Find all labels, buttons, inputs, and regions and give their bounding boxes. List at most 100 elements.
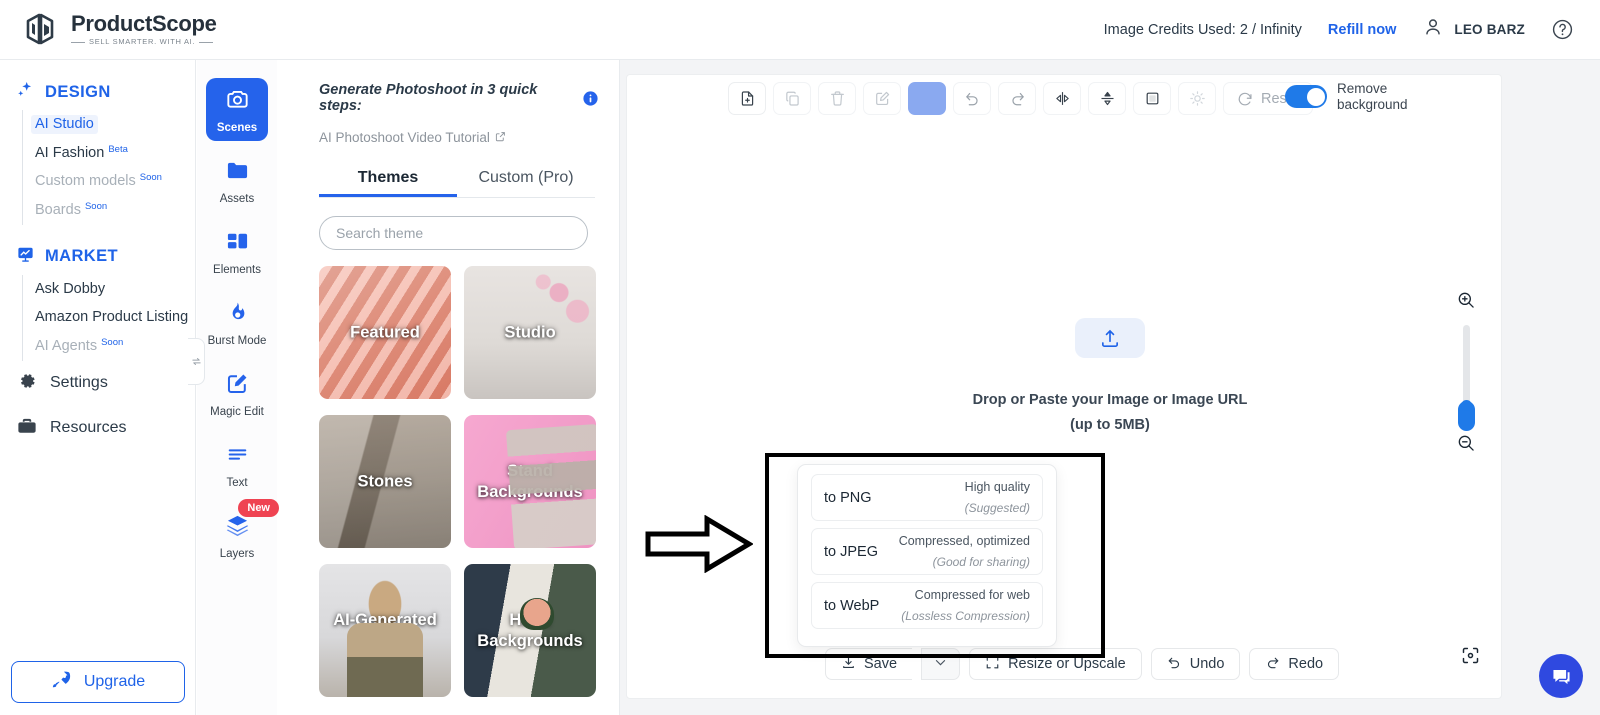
sidebar-item-ai-studio[interactable]: AI Studio: [23, 110, 195, 139]
zoom-controls: [1456, 290, 1476, 458]
image-dropzone[interactable]: Drop or Paste your Image or Image URL (u…: [620, 318, 1600, 437]
theme-card-featured[interactable]: Featured: [319, 266, 451, 399]
rail-item-layers[interactable]: New Layers: [206, 499, 279, 567]
nav-group-market: MARKET Ask Dobby Amazon Product Listing …: [0, 239, 195, 361]
chat-support-button[interactable]: [1539, 654, 1583, 698]
toggle-knob: [1306, 87, 1325, 106]
theme-card-ai-generated-models[interactable]: AI-Generated Models: [319, 564, 451, 697]
rail-item-label: Layers: [219, 548, 255, 560]
sidebar-item-settings[interactable]: Settings: [0, 361, 195, 406]
save-format-dropdown-button[interactable]: [921, 648, 961, 680]
rocket-icon: [51, 669, 72, 695]
theme-card-label: Stand Backgrounds: [477, 461, 583, 501]
shadow-button[interactable]: [1133, 82, 1171, 115]
remove-background-control[interactable]: Remove background: [1285, 81, 1408, 112]
toggle-label-line2: background: [1337, 96, 1408, 112]
nav-header-market[interactable]: MARKET: [0, 239, 195, 275]
rail-item-magic-edit[interactable]: Magic Edit: [206, 362, 268, 425]
video-tutorial-label: AI Photoshoot Video Tutorial: [319, 130, 490, 145]
search-theme-box[interactable]: [319, 216, 588, 250]
sparkle-icon: [16, 80, 35, 104]
rail-item-scenes[interactable]: Scenes: [206, 78, 268, 141]
color-swatch-button[interactable]: [908, 82, 946, 115]
sidebar-item-resources[interactable]: Resources: [0, 406, 195, 451]
tab-custom-pro[interactable]: Custom (Pro): [457, 163, 595, 197]
export-option-png[interactable]: to PNG High quality (Suggested): [811, 474, 1043, 521]
brightness-button[interactable]: [1178, 82, 1216, 115]
panel-title: Generate Photoshoot in 3 quick steps:: [319, 82, 538, 114]
theme-card-label: Stones: [357, 471, 413, 490]
theme-card-studio[interactable]: Studio: [464, 266, 596, 399]
sidebar-item-boards[interactable]: Boards Soon: [23, 196, 195, 225]
undo-button[interactable]: [953, 82, 991, 115]
rail-item-assets[interactable]: Assets: [206, 149, 268, 212]
upgrade-button[interactable]: Upgrade: [11, 661, 185, 703]
theme-card-hand-backgrounds[interactable]: Hand Backgrounds: [464, 564, 596, 697]
rail-item-label: Scenes: [216, 122, 258, 134]
flip-vertical-button[interactable]: [1088, 82, 1126, 115]
canvas-area: Reset Remove background Drop or Paste yo…: [620, 60, 1600, 715]
toggle-label-line1: Remove: [1337, 81, 1388, 96]
tool-rail: Scenes Assets Elements Burst Mode Magic …: [197, 60, 279, 715]
export-format-menu: to PNG High quality (Suggested) to JPEG …: [797, 464, 1057, 647]
rail-item-elements[interactable]: Elements: [206, 220, 268, 283]
delete-button[interactable]: [818, 82, 856, 115]
sidebar-collapse-handle[interactable]: [188, 338, 205, 385]
user-menu[interactable]: LEO BARZ: [1422, 16, 1525, 43]
top-bar-right: Image Credits Used: 2 / Infinity Refill …: [1104, 16, 1574, 43]
sidebar-item-ai-agents[interactable]: AI Agents Soon: [23, 332, 195, 361]
app-logo[interactable]: ProductScope SELL SMARTER. WITH AI.: [22, 10, 217, 50]
export-option-webp[interactable]: to WebP Compressed for web (Lossless Com…: [811, 582, 1043, 629]
canvas-toolbar: Reset: [728, 82, 1313, 115]
zoom-out-icon[interactable]: [1456, 433, 1476, 458]
sidebar-item-ai-fashion[interactable]: AI Fashion Beta: [23, 139, 195, 168]
focus-target-icon[interactable]: [1460, 645, 1481, 671]
refill-now-link[interactable]: Refill now: [1328, 22, 1396, 38]
nav-sub-design: AI Studio AI Fashion Beta Custom models …: [22, 110, 195, 225]
resize-or-upscale-button[interactable]: Resize or Upscale: [969, 648, 1142, 680]
rail-item-text[interactable]: Text: [206, 433, 268, 496]
save-button[interactable]: Save: [825, 648, 913, 680]
sidebar-item-label: Ask Dobby: [35, 280, 106, 297]
nav-header-design[interactable]: DESIGN: [0, 74, 195, 110]
info-icon[interactable]: [582, 90, 599, 107]
theme-card-label: Featured: [350, 322, 420, 341]
annotation-arrow-icon: [645, 514, 754, 578]
remove-background-toggle[interactable]: [1285, 85, 1327, 109]
redo-button[interactable]: [998, 82, 1036, 115]
tab-themes[interactable]: Themes: [319, 163, 457, 197]
rail-item-label: Text: [226, 477, 248, 489]
sidebar-item-ask-dobby[interactable]: Ask Dobby: [23, 275, 195, 304]
rail-item-burst-mode[interactable]: Burst Mode: [206, 291, 268, 354]
new-file-button[interactable]: [728, 82, 766, 115]
edit-button[interactable]: [863, 82, 901, 115]
rail-item-label: Elements: [213, 264, 261, 276]
panel-tabs: Themes Custom (Pro): [319, 163, 595, 198]
productscope-logo-icon: [22, 10, 62, 50]
zoom-slider-handle[interactable]: [1457, 400, 1475, 431]
panel-header: Generate Photoshoot in 3 quick steps: AI…: [277, 60, 619, 145]
left-sidebar: DESIGN AI Studio AI Fashion Beta Custom …: [0, 60, 196, 715]
theme-card-stand-backgrounds[interactable]: Stand Backgrounds: [464, 415, 596, 548]
flip-horizontal-button[interactable]: [1043, 82, 1081, 115]
duplicate-button[interactable]: [773, 82, 811, 115]
zoom-slider-track[interactable]: [1457, 325, 1475, 431]
help-icon[interactable]: [1551, 18, 1574, 41]
save-label: Save: [864, 656, 898, 672]
sidebar-item-custom-models[interactable]: Custom models Soon: [23, 167, 195, 196]
export-option-label: to WebP: [824, 597, 880, 614]
zoom-in-icon[interactable]: [1456, 290, 1476, 315]
sidebar-item-label: Resources: [50, 419, 127, 437]
folder-icon: [225, 158, 250, 188]
export-option-jpeg[interactable]: to JPEG Compressed, optimized (Good for …: [811, 528, 1043, 575]
theme-card-label: Studio: [504, 322, 556, 341]
video-tutorial-link[interactable]: AI Photoshoot Video Tutorial: [319, 130, 599, 145]
search-theme-input[interactable]: [336, 225, 571, 241]
badge-soon: Soon: [84, 201, 108, 213]
redo-action-button[interactable]: Redo: [1249, 648, 1340, 680]
undo-action-button[interactable]: Undo: [1150, 648, 1241, 680]
theme-card-stones[interactable]: Stones: [319, 415, 451, 548]
dropzone-line2: (up to 5MB): [1070, 416, 1150, 433]
sidebar-item-amazon-product-listing[interactable]: Amazon Product Listing: [23, 303, 195, 332]
theme-card-label: AI-Generated Models: [333, 610, 437, 650]
